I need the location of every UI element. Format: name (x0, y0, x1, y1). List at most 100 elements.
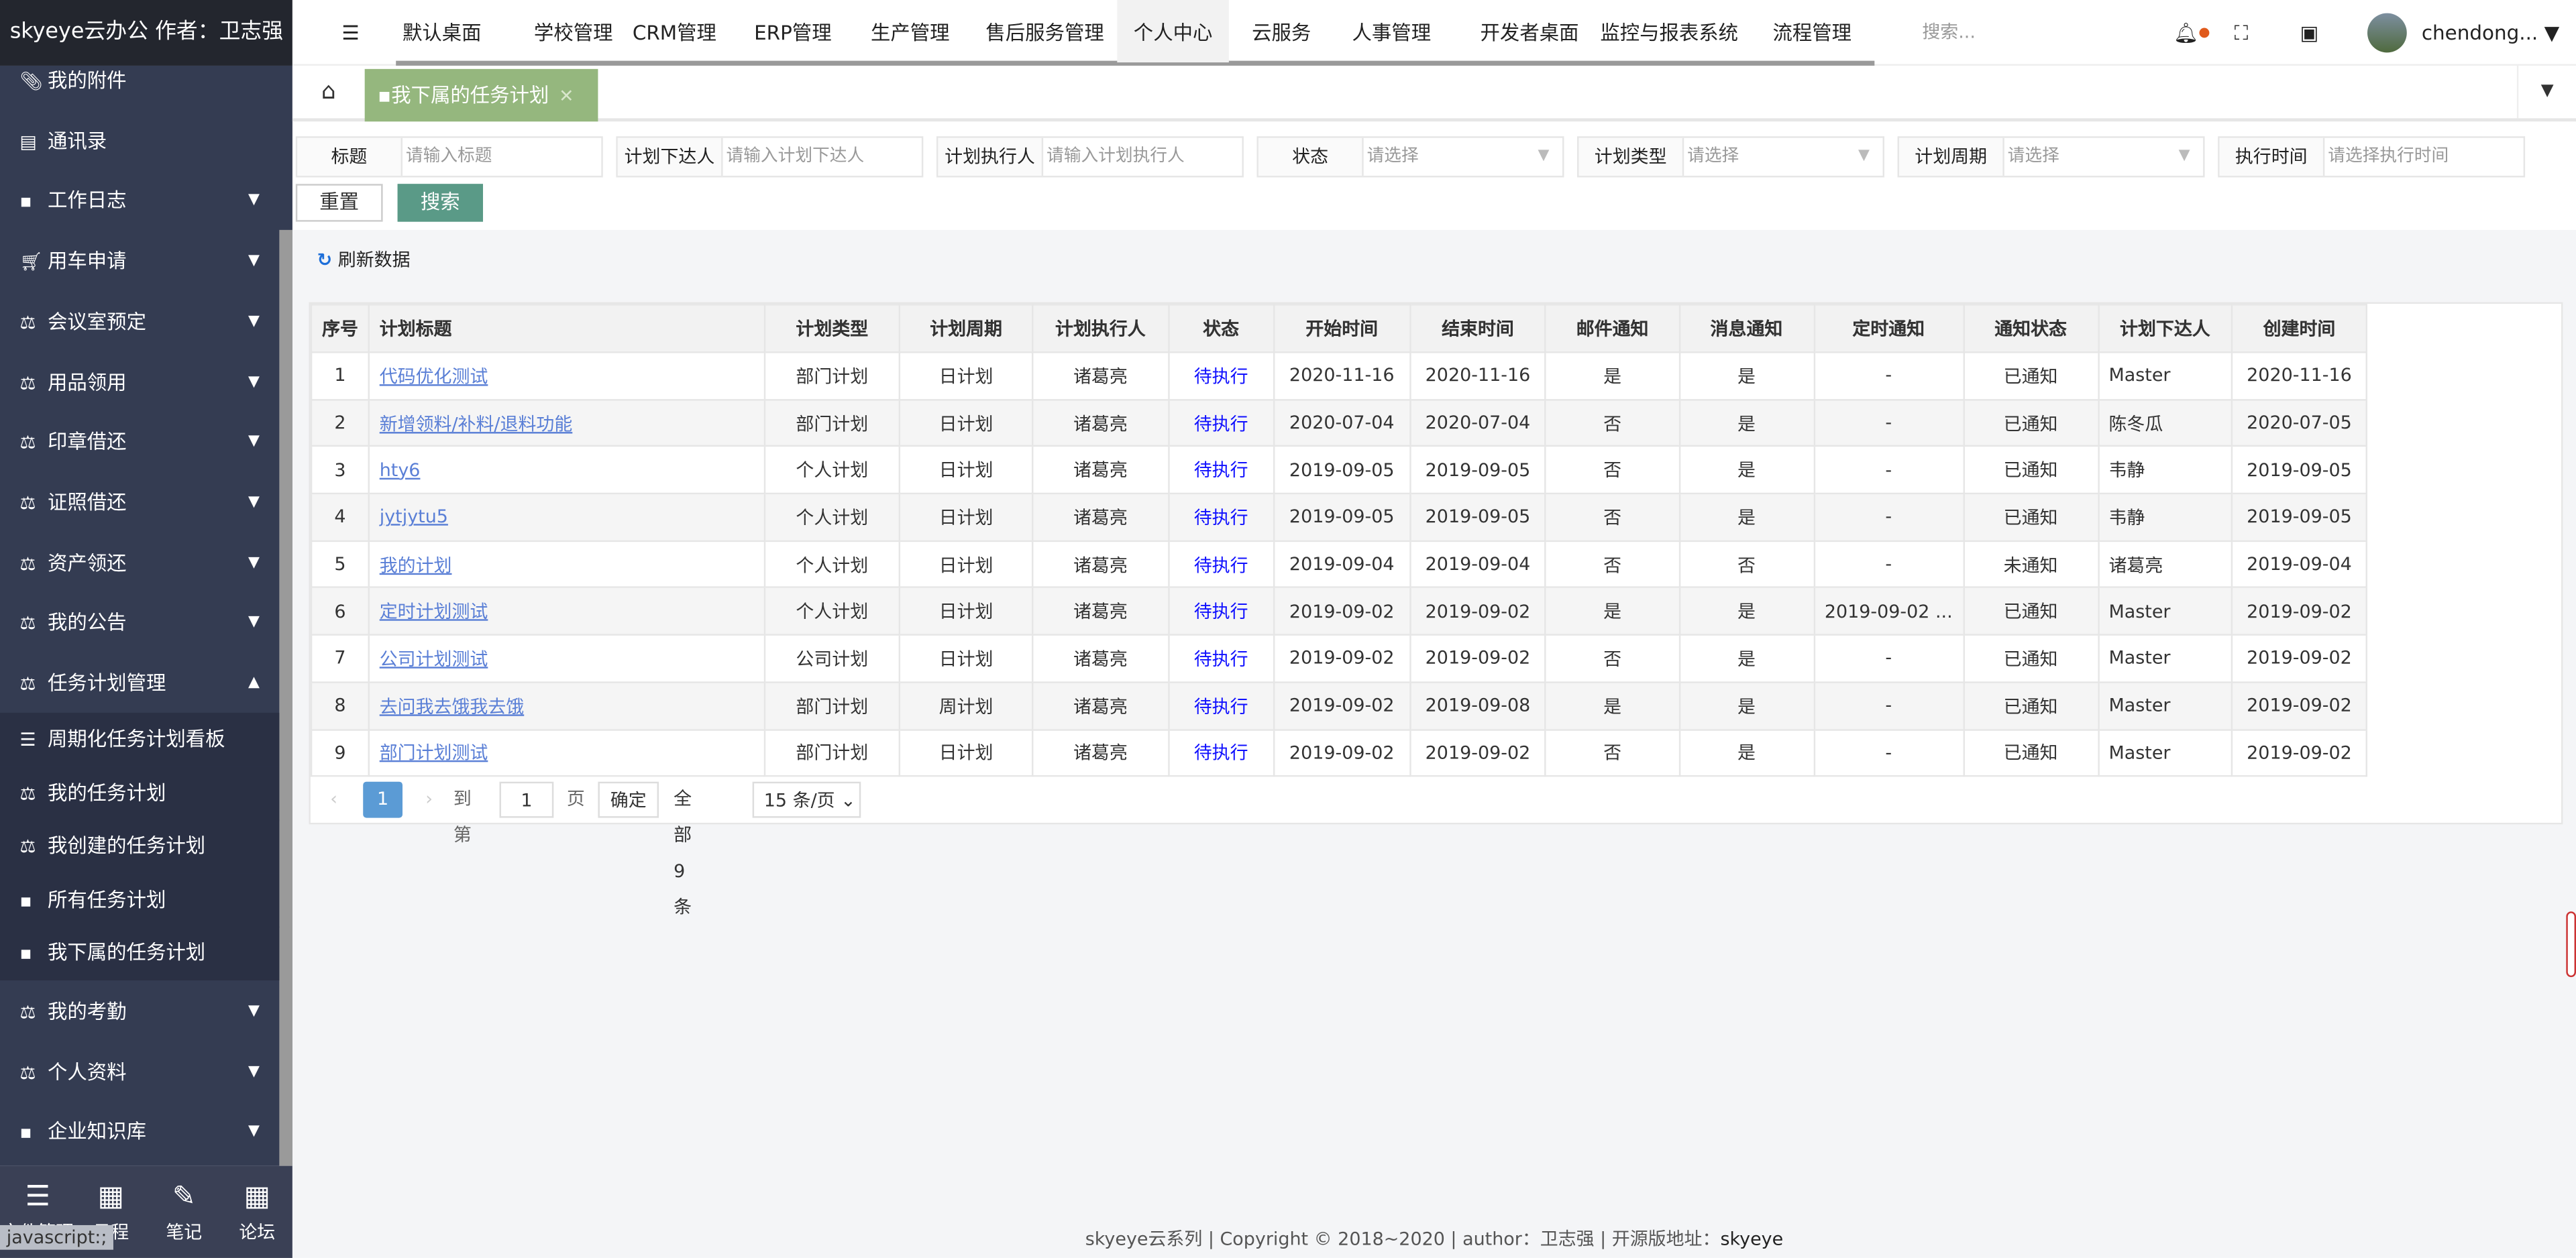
sidebar-item[interactable]: ⚖︎ 资产领还 ▼ (0, 533, 279, 592)
cell: 是 (1678, 587, 1815, 636)
nav-item[interactable]: 学校管理 (517, 0, 629, 62)
sidebar-item[interactable]: ⚖︎ 会议室预定 ▼ (0, 292, 279, 351)
sidebar-item[interactable]: ⚖︎ 我的任务计划 (0, 766, 280, 821)
sidebar-item[interactable]: ⚖︎ 证照借还 ▼ (0, 473, 279, 532)
nav-item[interactable]: 人事管理 (1336, 0, 1448, 62)
sidebar-item[interactable]: ▪ 我下属的任务计划 (0, 927, 280, 982)
cell: 诸葛亮 (1032, 445, 1169, 495)
page-1[interactable]: 1 (363, 781, 403, 818)
filter-input[interactable]: 请输入计划下达人 (726, 138, 921, 176)
nav-item[interactable]: 默认桌面 (386, 0, 498, 62)
bottom-edit-button[interactable]: ✎ 笔记 (148, 1179, 220, 1245)
filter-input[interactable]: 请选择执行时间 (2328, 138, 2523, 176)
nav-item[interactable]: 监控与报表系统 (1584, 0, 1755, 62)
tab-more-dropdown[interactable]: ▼ (2516, 65, 2576, 119)
filter-input[interactable]: 请输入计划执行人 (1046, 138, 1242, 176)
cell: - (1813, 445, 1964, 495)
language-icon[interactable]: ▣ (2284, 0, 2335, 62)
cell: 已通知 (1962, 398, 2099, 448)
sidebar-item[interactable]: ⚖︎ 任务计划管理 ▲ (0, 654, 279, 713)
filter-select[interactable]: 请选择 (2008, 138, 2203, 176)
plan-title-link[interactable]: 代码优化测试 (380, 366, 488, 388)
nav-item[interactable]: 云服务 (1236, 0, 1328, 62)
nav-item[interactable]: 个人中心 (1117, 0, 1229, 63)
search-button[interactable]: 搜索 (397, 184, 484, 222)
sidebar-item[interactable]: ☰ 周期化任务计划看板 (0, 712, 280, 767)
sidebar-item[interactable]: ⚖︎ 印章借还 ▼ (0, 412, 279, 471)
nav-item[interactable]: 生产管理 (854, 0, 966, 62)
cell: 2019-09-02 (2231, 681, 2368, 730)
sidebar-item-label: 我的任务计划 (48, 781, 166, 805)
cell: 2019-09-02 ... (1813, 587, 1964, 636)
sidebar-item[interactable]: ⚖︎ 我的公告 ▼ (0, 593, 279, 652)
cell: 是 (1678, 445, 1815, 495)
table-row: 9 部门计划测试 部门计划 日计划 诸葛亮 待执行 2019-09-02 2019-09-02… (310, 728, 2368, 777)
tab-active[interactable]: ▪我下属的任务计划 ✕ (364, 68, 598, 122)
close-icon[interactable]: ✕ (559, 85, 574, 107)
nav-item[interactable]: ERP管理 (738, 0, 849, 62)
plan-title-link[interactable]: 我的计划 (380, 555, 452, 576)
archive-icon: ▪ (19, 943, 32, 965)
sidebar-item[interactable]: ⚖︎ 我创建的任务计划 (0, 819, 280, 874)
reset-button[interactable]: 重置 (295, 184, 383, 222)
cell: 已通知 (1962, 351, 2099, 400)
page-size-select[interactable]: 15 条/页 ⌄ (752, 781, 861, 818)
nav-item[interactable]: 开发者桌面 (1464, 0, 1595, 62)
sidebar-item-label: 我的公告 (48, 611, 127, 635)
page-scrollbar[interactable] (2566, 911, 2576, 978)
cell: 部门计划 (763, 728, 901, 777)
cell: Master (2097, 351, 2233, 400)
cell: 个人计划 (763, 445, 901, 495)
nav-item[interactable]: 售后服务管理 (969, 0, 1120, 62)
nav-item[interactable]: 流程管理 (1756, 0, 1868, 62)
sidebar-scrollbar[interactable] (279, 229, 292, 1166)
page-input[interactable]: 1 (499, 781, 554, 818)
avatar[interactable] (2367, 13, 2407, 53)
cell: 周计划 (898, 681, 1034, 730)
plan-title-link[interactable]: hty6 (380, 459, 421, 481)
nav-item[interactable]: CRM管理 (616, 0, 733, 62)
filter-select[interactable]: 请选择 (1367, 138, 1562, 176)
prev-page-icon[interactable]: ‹ (330, 782, 337, 818)
cell: 部门计划 (763, 351, 901, 400)
cell: 公司计划测试 (368, 634, 766, 683)
sidebar-item[interactable]: ▤ 通讯录 (0, 111, 279, 170)
filter-input[interactable]: 请输入标题 (406, 138, 601, 176)
sidebar-item[interactable]: ▪ 工作日志 ▼ (0, 172, 279, 231)
bottom-label: 笔记 (166, 1222, 203, 1243)
refresh-button[interactable]: ↻ 刷新数据 (317, 246, 411, 272)
home-icon[interactable]: ⌂ (292, 66, 365, 118)
plan-title-link[interactable]: 定时计划测试 (380, 602, 488, 623)
cell: 2019-09-05 (1409, 492, 1547, 542)
sidebar-item[interactable]: ▪ 企业知识库 ▼ (0, 1102, 279, 1161)
sidebar-item[interactable]: 📎︎ 我的附件 (0, 66, 279, 110)
sidebar-item[interactable]: ⚖︎ 用品领用 ▼ (0, 352, 279, 411)
cell: Master (2097, 634, 2233, 683)
table-row: 5 我的计划 个人计划 日计划 诸葛亮 待执行 2019-09-04 2019-09-04 否否… (310, 540, 2368, 589)
footer: skyeye云系列 | Copyright © 2018~2020 | auth… (292, 1225, 2576, 1251)
confirm-button[interactable]: 确定 (598, 781, 659, 818)
plan-title-link[interactable]: 部门计划测试 (380, 743, 488, 764)
cell: 部门计划测试 (368, 728, 766, 777)
plan-title-link[interactable]: 新增领料/补料/退料功能 (380, 413, 573, 435)
menu-toggle-icon[interactable]: ☰ (325, 0, 376, 62)
bell-icon[interactable]: 🔔︎● (2157, 0, 2226, 62)
search-input[interactable]: 搜索... (1906, 0, 1992, 62)
cell: 7 (310, 634, 370, 683)
plan-title-link[interactable]: jytjytu5 (380, 506, 448, 528)
cell: - (1813, 728, 1964, 777)
sidebar-item[interactable]: 🛒︎ 用车申请 ▼ (0, 232, 279, 291)
bottom-calendar-button[interactable]: ▦ 论坛 (221, 1179, 293, 1245)
fullscreen-icon[interactable]: ⛶ (2218, 0, 2265, 62)
cell: 已通知 (1962, 681, 2099, 730)
next-page-icon[interactable]: › (425, 782, 433, 818)
sidebar-item[interactable]: ⚖︎ 个人资料 ▼ (0, 1042, 279, 1101)
user-menu[interactable]: chendong... ▼ (2405, 0, 2575, 62)
sidebar-item[interactable]: ▪ 所有任务计划 (0, 873, 280, 928)
plan-title-link[interactable]: 去问我去饿我去饿 (380, 696, 525, 718)
footer-link[interactable]: skyeye (1720, 1228, 1783, 1250)
plan-title-link[interactable]: 公司计划测试 (380, 648, 488, 670)
sidebar-item-label: 用车申请 (48, 249, 127, 273)
filter-select[interactable]: 请选择 (1687, 138, 1882, 176)
sidebar-item[interactable]: ⚖︎ 我的考勤 ▼ (0, 982, 279, 1041)
